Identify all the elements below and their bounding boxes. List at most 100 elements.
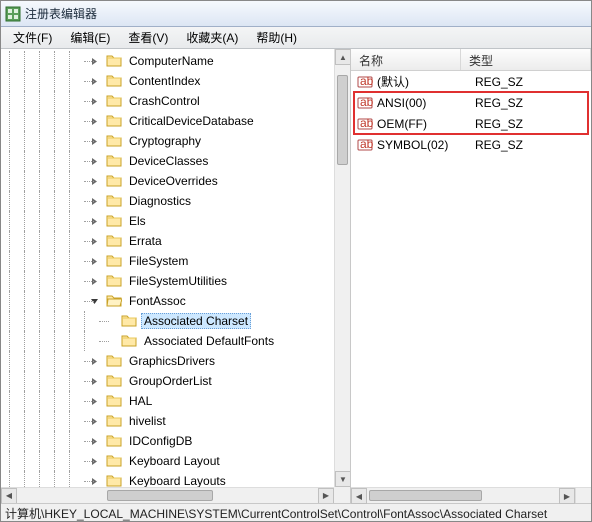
expand-icon[interactable] (89, 56, 100, 67)
expand-icon[interactable] (89, 356, 100, 367)
tree-item-label: CrashControl (126, 93, 203, 109)
folder-icon (104, 293, 126, 310)
scroll-left-icon[interactable]: ◀ (351, 488, 367, 504)
column-type[interactable]: 类型 (461, 49, 591, 70)
tree-item-label: ComputerName (126, 53, 217, 69)
expand-icon (104, 316, 115, 327)
tree-item-label: FileSystem (126, 253, 191, 269)
expand-icon[interactable] (89, 376, 100, 387)
tree-item[interactable]: Diagnostics (9, 191, 334, 211)
tree-item[interactable]: Keyboard Layouts (9, 471, 334, 487)
tree-item[interactable]: Cryptography (9, 131, 334, 151)
scroll-right-icon[interactable]: ▶ (318, 488, 334, 504)
tree-item-label: GroupOrderList (126, 373, 215, 389)
scrollbar-corner (575, 487, 591, 503)
list-row[interactable]: (默认)REG_SZ (351, 71, 591, 92)
tree-item[interactable]: ContentIndex (9, 71, 334, 91)
scroll-thumb[interactable] (337, 75, 348, 165)
expand-icon[interactable] (89, 96, 100, 107)
tree-item[interactable]: HAL (9, 391, 334, 411)
expand-icon[interactable] (89, 276, 100, 287)
tree-vertical-scrollbar[interactable]: ▲ ▼ (334, 49, 350, 487)
menu-favorites[interactable]: 收藏夹(A) (178, 27, 246, 48)
expand-icon[interactable] (89, 436, 100, 447)
column-name[interactable]: 名称 (351, 49, 461, 70)
tree-item-label: IDConfigDB (126, 433, 195, 449)
string-value-icon (357, 116, 373, 132)
tree-item-label: Errata (126, 233, 165, 249)
menubar: 文件(F) 编辑(E) 查看(V) 收藏夹(A) 帮助(H) (1, 27, 591, 49)
tree-item[interactable]: Els (9, 211, 334, 231)
expand-icon[interactable] (89, 76, 100, 87)
list-row[interactable]: OEM(FF)REG_SZ (351, 113, 591, 134)
tree-item[interactable]: FileSystemUtilities (9, 271, 334, 291)
expand-icon[interactable] (89, 136, 100, 147)
menu-edit[interactable]: 编辑(E) (62, 27, 118, 48)
menu-help[interactable]: 帮助(H) (248, 27, 305, 48)
folder-icon (104, 113, 126, 130)
expand-icon[interactable] (89, 196, 100, 207)
value-name: OEM(FF) (377, 117, 471, 131)
tree-item[interactable]: IDConfigDB (9, 431, 334, 451)
expand-icon[interactable] (89, 256, 100, 267)
menu-file[interactable]: 文件(F) (5, 27, 60, 48)
tree-item-label: DeviceOverrides (126, 173, 221, 189)
folder-icon (104, 413, 126, 430)
content-area: ComputerName ContentIndex CrashControl Crit… (1, 49, 591, 503)
scrollbar-corner (334, 487, 350, 503)
window-title: 注册表编辑器 (25, 5, 97, 22)
folder-icon (119, 313, 141, 330)
expand-icon[interactable] (89, 156, 100, 167)
expand-icon[interactable] (89, 116, 100, 127)
tree-horizontal-scrollbar[interactable]: ◀ ▶ (1, 487, 334, 503)
tree-item[interactable]: CriticalDeviceDatabase (9, 111, 334, 131)
list-header: 名称 类型 (351, 49, 591, 71)
expand-icon[interactable] (89, 236, 100, 247)
scroll-thumb[interactable] (107, 490, 212, 501)
tree-item[interactable]: ComputerName (9, 51, 334, 71)
expand-icon[interactable] (89, 396, 100, 407)
folder-icon (104, 393, 126, 410)
folder-icon (104, 253, 126, 270)
folder-icon (104, 433, 126, 450)
tree-item[interactable]: Associated Charset (9, 311, 334, 331)
tree-item-label: CriticalDeviceDatabase (126, 113, 257, 129)
list-row[interactable]: ANSI(00)REG_SZ (351, 92, 591, 113)
tree-item[interactable]: CrashControl (9, 91, 334, 111)
list-horizontal-scrollbar[interactable]: ◀ ▶ (351, 487, 575, 503)
menu-view[interactable]: 查看(V) (120, 27, 176, 48)
expand-icon[interactable] (89, 176, 100, 187)
tree-item[interactable]: Keyboard Layout (9, 451, 334, 471)
list-row[interactable]: SYMBOL(02)REG_SZ (351, 134, 591, 155)
tree-item[interactable]: hivelist (9, 411, 334, 431)
folder-icon (104, 353, 126, 370)
tree-item[interactable]: FontAssoc (9, 291, 334, 311)
tree-item[interactable]: DeviceClasses (9, 151, 334, 171)
expand-icon[interactable] (89, 216, 100, 227)
scroll-right-icon[interactable]: ▶ (559, 488, 575, 504)
scroll-left-icon[interactable]: ◀ (1, 488, 17, 504)
expand-icon[interactable] (89, 456, 100, 467)
list-pane: 名称 类型 (默认)REG_SZANSI(00)REG_SZOEM(FF)REG… (351, 49, 591, 503)
tree-root: ComputerName ContentIndex CrashControl Crit… (1, 49, 334, 487)
expand-icon[interactable] (89, 416, 100, 427)
scroll-thumb[interactable] (369, 490, 482, 501)
tree-item[interactable]: FileSystem (9, 251, 334, 271)
tree-item[interactable]: GraphicsDrivers (9, 351, 334, 371)
statusbar: 计算机\HKEY_LOCAL_MACHINE\SYSTEM\CurrentCon… (1, 503, 591, 521)
tree-item[interactable]: Associated DefaultFonts (9, 331, 334, 351)
tree-item[interactable]: GroupOrderList (9, 371, 334, 391)
tree-item-label: DeviceClasses (126, 153, 211, 169)
collapse-icon[interactable] (89, 296, 100, 307)
tree-item[interactable]: DeviceOverrides (9, 171, 334, 191)
tree-item-label: Keyboard Layouts (126, 473, 229, 487)
tree-item[interactable]: Errata (9, 231, 334, 251)
expand-icon (104, 336, 115, 347)
expand-icon[interactable] (89, 476, 100, 487)
value-name: SYMBOL(02) (377, 138, 471, 152)
scroll-up-icon[interactable]: ▲ (335, 49, 351, 65)
scroll-down-icon[interactable]: ▼ (335, 471, 351, 487)
folder-icon (104, 173, 126, 190)
tree-item-label: Keyboard Layout (126, 453, 223, 469)
tree-item-label: hivelist (126, 413, 169, 429)
